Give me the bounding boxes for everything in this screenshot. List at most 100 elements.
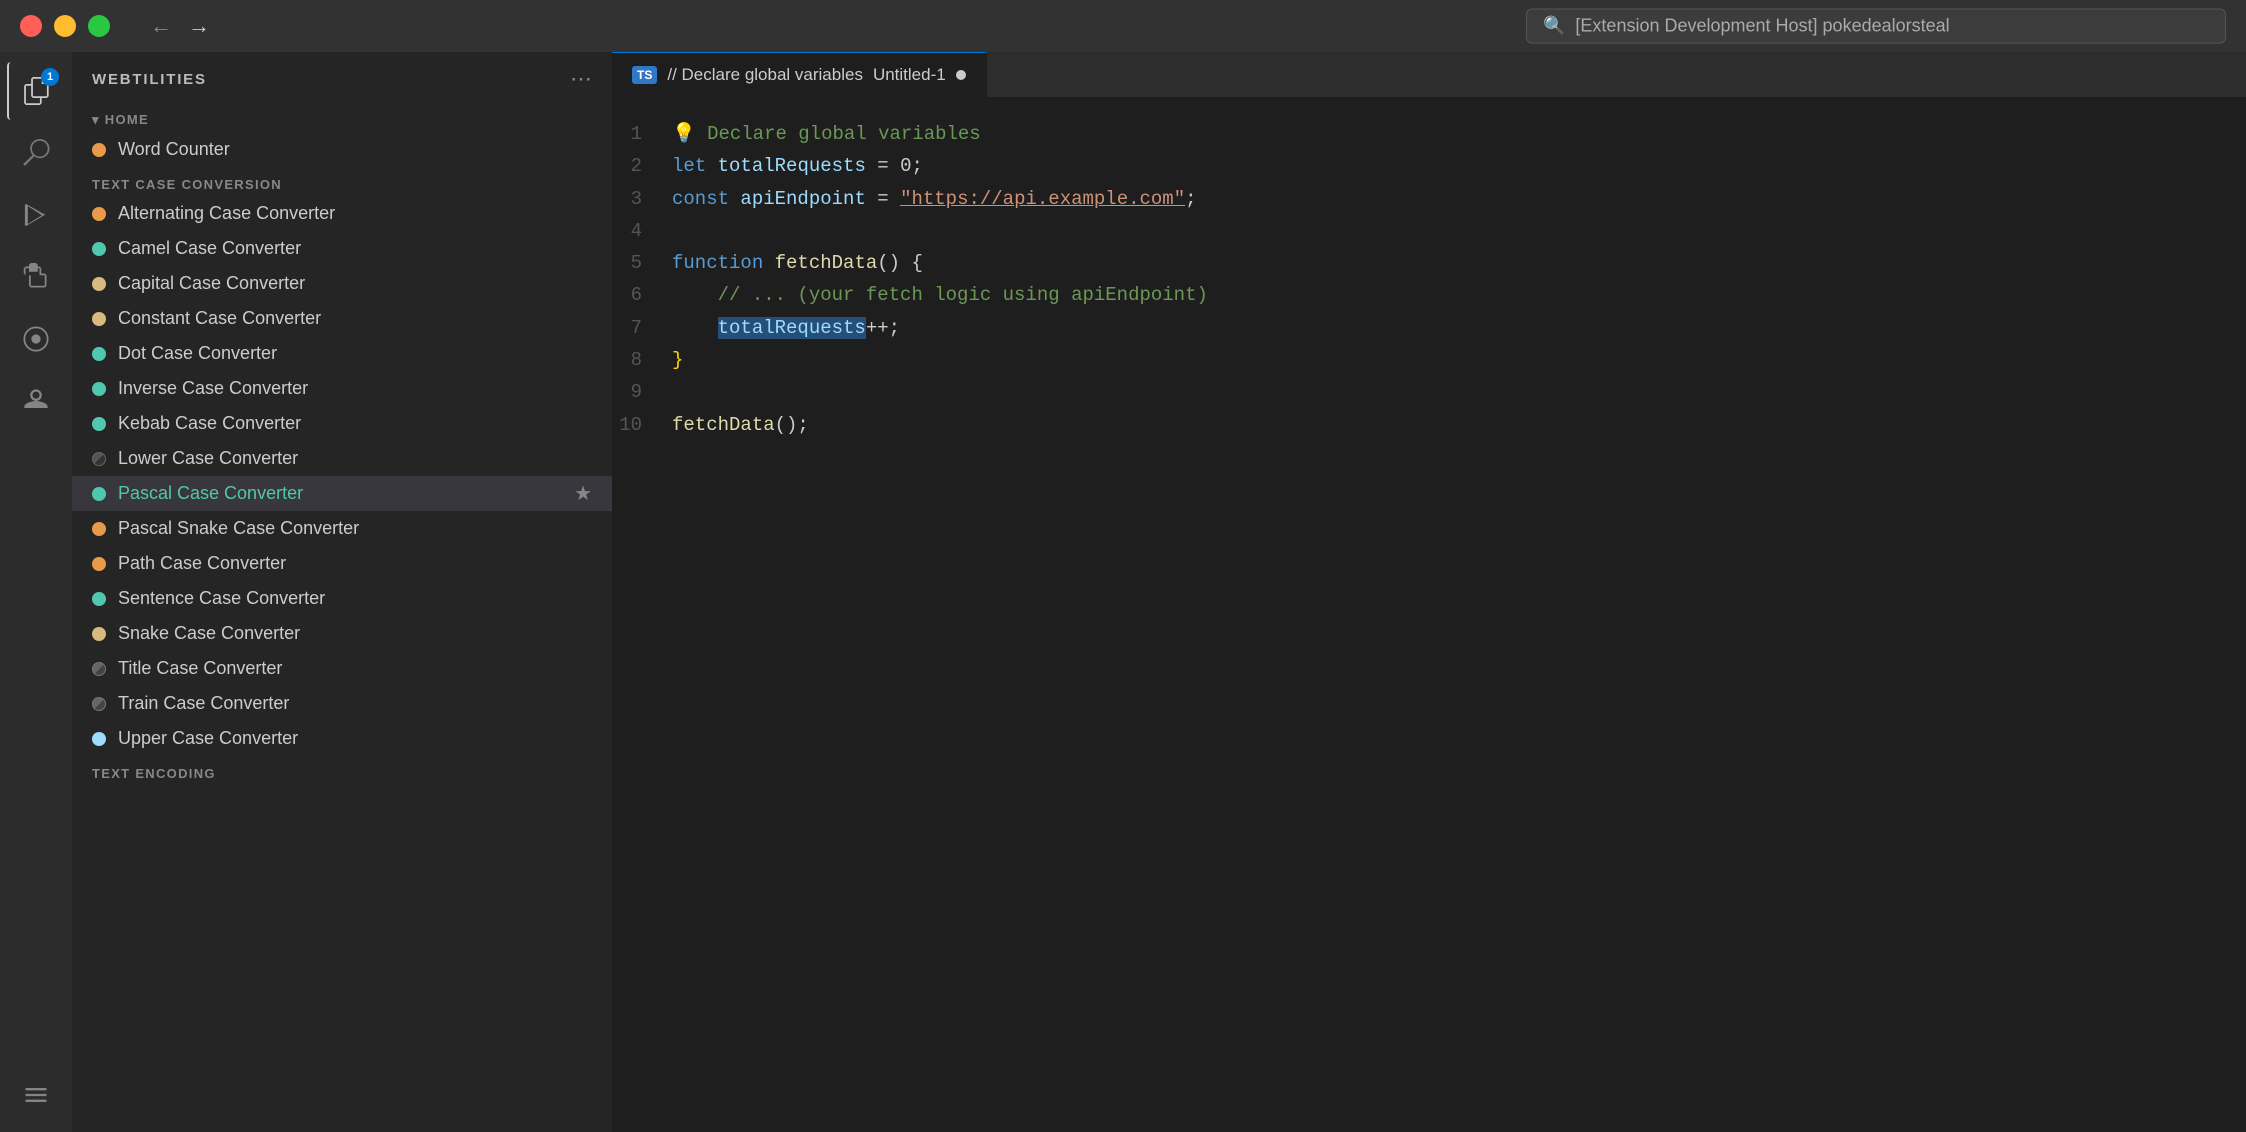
tab-label: // Declare global variables (667, 65, 863, 85)
title-bar: ← → 🔍 [Extension Development Host] poked… (0, 0, 2246, 52)
title-bar-search[interactable]: 🔍 [Extension Development Host] pokedealo… (1526, 9, 2226, 44)
sidebar-item-lower-case[interactable]: Lower Case Converter (72, 441, 612, 476)
text-case-section-label: TEXT CASE CONVERSION (72, 167, 612, 196)
camel-case-label: Camel Case Converter (118, 238, 301, 259)
snake-case-dot (92, 627, 106, 641)
code-line-4: 4 (612, 215, 2246, 247)
upper-case-dot (92, 732, 106, 746)
editor-tab-main[interactable]: TS // Declare global variables Untitled-… (612, 52, 987, 97)
constant-case-label: Constant Case Converter (118, 308, 321, 329)
line-content-2: let totalRequests = 0; (672, 150, 2246, 182)
alternating-case-label: Alternating Case Converter (118, 203, 335, 224)
close-button[interactable] (20, 15, 42, 37)
editor-tab-bar: TS // Declare global variables Untitled-… (612, 52, 2246, 98)
sidebar-item-inverse-case[interactable]: Inverse Case Converter (72, 371, 612, 406)
sidebar-item-train-case[interactable]: Train Case Converter (72, 686, 612, 721)
code-line-2: 2 let totalRequests = 0; (612, 150, 2246, 182)
sidebar-item-upper-case[interactable]: Upper Case Converter (72, 721, 612, 756)
sidebar-item-pascal-snake-case[interactable]: Pascal Snake Case Converter (72, 511, 612, 546)
train-case-label: Train Case Converter (118, 693, 289, 714)
code-line-3: 3 const apiEndpoint = "https://api.examp… (612, 183, 2246, 215)
sidebar-item-alternating-case[interactable]: Alternating Case Converter (72, 196, 612, 231)
sentence-case-dot (92, 592, 106, 606)
activity-extensions[interactable] (7, 248, 65, 306)
ts-badge: TS (632, 66, 657, 84)
code-editor[interactable]: 1 💡 Declare global variables 2 let total… (612, 98, 2246, 1132)
title-case-dot (92, 662, 106, 676)
pascal-case-star-icon[interactable]: ★ (574, 481, 592, 506)
traffic-lights (20, 15, 110, 37)
text-encoding-section-label: TEXT ENCODING (72, 756, 612, 785)
constant-case-dot (92, 312, 106, 326)
activity-run[interactable] (7, 186, 65, 244)
sidebar-item-word-counter[interactable]: Word Counter (72, 132, 612, 167)
sidebar-more-icon[interactable]: ⋯ (570, 66, 592, 92)
sidebar-item-title-case[interactable]: Title Case Converter (72, 651, 612, 686)
inverse-case-dot (92, 382, 106, 396)
alternating-case-dot (92, 207, 106, 221)
pascal-snake-case-label: Pascal Snake Case Converter (118, 518, 359, 539)
activity-webtilities[interactable] (7, 1074, 65, 1132)
forward-arrow[interactable]: → (188, 13, 210, 39)
activity-explorer[interactable]: 1 (7, 62, 65, 120)
home-arrow: ▾ (92, 112, 105, 127)
upper-case-label: Upper Case Converter (118, 728, 298, 749)
tab-modified-dot (956, 70, 966, 80)
pascal-snake-case-dot (92, 522, 106, 536)
main-container: 1 WEBTILITIES ⋯ ▾ HOME (0, 52, 2246, 1132)
sentence-case-label: Sentence Case Converter (118, 588, 325, 609)
line-content-10: fetchData(); (672, 409, 2246, 441)
navigation-arrows: ← → (150, 13, 210, 39)
activity-remote[interactable] (7, 310, 65, 368)
minimize-button[interactable] (54, 15, 76, 37)
line-num-2: 2 (612, 150, 672, 182)
sidebar-item-pascal-case[interactable]: Pascal Case Converter ★ (72, 476, 612, 511)
activity-search[interactable] (7, 124, 65, 182)
line-num-7: 7 (612, 312, 672, 344)
kebab-case-dot (92, 417, 106, 431)
sidebar-item-sentence-case[interactable]: Sentence Case Converter (72, 581, 612, 616)
sidebar-header: WEBTILITIES ⋯ (72, 52, 612, 102)
maximize-button[interactable] (88, 15, 110, 37)
snake-case-label: Snake Case Converter (118, 623, 300, 644)
line-num-4: 4 (612, 215, 672, 247)
line-content-9 (672, 376, 2246, 408)
line-num-9: 9 (612, 376, 672, 408)
sidebar-item-capital-case[interactable]: Capital Case Converter (72, 266, 612, 301)
sidebar-item-camel-case[interactable]: Camel Case Converter (72, 231, 612, 266)
word-counter-label: Word Counter (118, 139, 230, 160)
sidebar-item-constant-case[interactable]: Constant Case Converter (72, 301, 612, 336)
sidebar-item-snake-case[interactable]: Snake Case Converter (72, 616, 612, 651)
activity-bar: 1 (0, 52, 72, 1132)
sidebar-title: WEBTILITIES (92, 71, 207, 88)
home-section-label: ▾ HOME (72, 102, 612, 132)
line-content-7: totalRequests++; (672, 312, 2246, 344)
line-content-6: // ... (your fetch logic using apiEndpoi… (672, 279, 2246, 311)
capital-case-label: Capital Case Converter (118, 273, 305, 294)
lower-case-dot (92, 452, 106, 466)
code-line-9: 9 (612, 376, 2246, 408)
line-num-8: 8 (612, 344, 672, 376)
pascal-case-dot (92, 487, 106, 501)
code-line-7: 7 totalRequests++; (612, 312, 2246, 344)
search-icon: 🔍 (1543, 16, 1565, 37)
editor-area: TS // Declare global variables Untitled-… (612, 52, 2246, 1132)
sidebar-item-kebab-case[interactable]: Kebab Case Converter (72, 406, 612, 441)
tab-file: Untitled-1 (873, 65, 946, 85)
sidebar-item-path-case[interactable]: Path Case Converter (72, 546, 612, 581)
inverse-case-label: Inverse Case Converter (118, 378, 308, 399)
camel-case-dot (92, 242, 106, 256)
capital-case-dot (92, 277, 106, 291)
lower-case-label: Lower Case Converter (118, 448, 298, 469)
activity-accounts[interactable] (7, 372, 65, 430)
back-arrow[interactable]: ← (150, 13, 172, 39)
line-num-1: 1 (612, 118, 672, 150)
train-case-dot (92, 697, 106, 711)
dot-case-label: Dot Case Converter (118, 343, 277, 364)
line-num-10: 10 (612, 409, 672, 441)
code-line-5: 5 function fetchData() { (612, 247, 2246, 279)
sidebar: WEBTILITIES ⋯ ▾ HOME Word Counter TEXT C… (72, 52, 612, 1132)
line-content-3: const apiEndpoint = "https://api.example… (672, 183, 2246, 215)
sidebar-item-dot-case[interactable]: Dot Case Converter (72, 336, 612, 371)
line-content-4 (672, 215, 2246, 247)
